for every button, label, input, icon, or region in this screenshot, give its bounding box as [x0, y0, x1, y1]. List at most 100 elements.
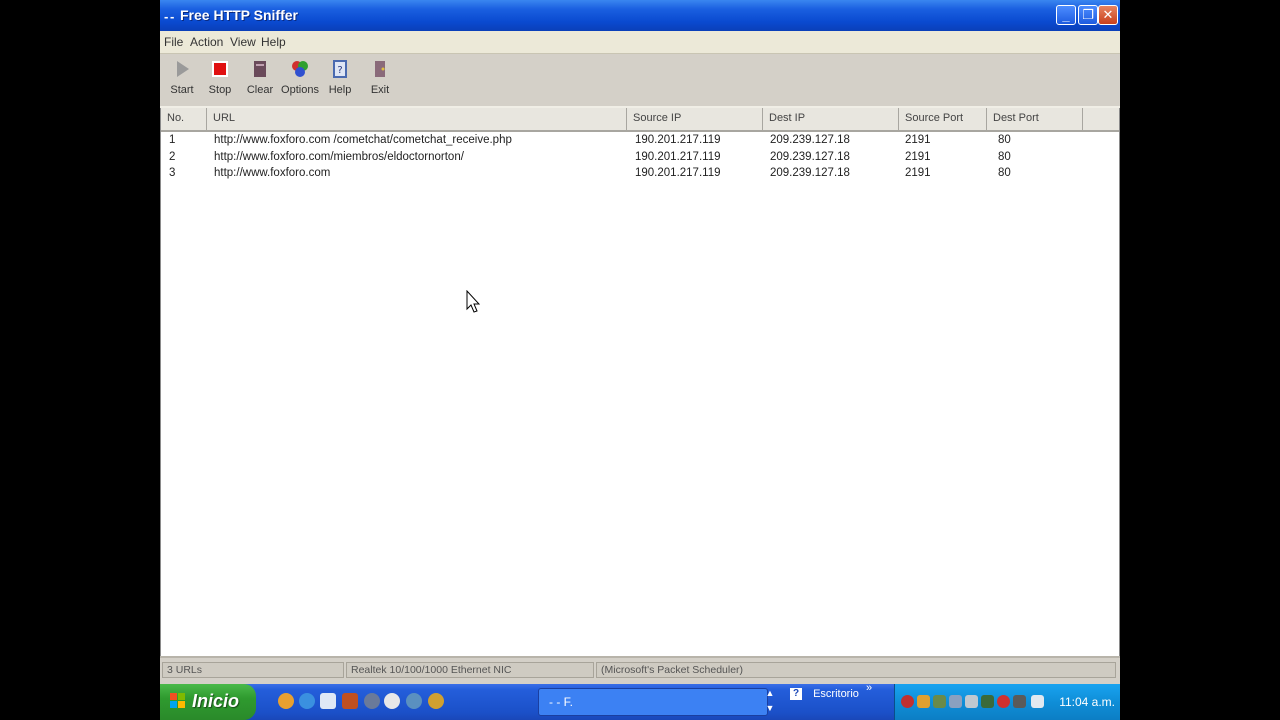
taskbar-clock[interactable]: 11:04 a.m.: [1059, 695, 1115, 709]
status-adapter: Realtek 10/100/1000 Ethernet NIC: [346, 662, 594, 678]
start-button[interactable]: Start: [162, 58, 202, 102]
col-header-source-ip[interactable]: Source IP: [627, 108, 763, 130]
cell-url: http://www.foxforo.com: [214, 167, 331, 179]
list-header: No. URL Source IP Dest IP Source Port De…: [161, 108, 1119, 132]
menu-action[interactable]: Action: [190, 35, 223, 49]
quicklaunch-tool-icon[interactable]: [364, 693, 380, 709]
tray-antivirus-icon[interactable]: [997, 695, 1010, 708]
help-button[interactable]: ? Help: [320, 58, 360, 102]
exit-label: Exit: [370, 84, 390, 96]
table-row[interactable]: 3 http://www.foxforo.com 190.201.217.119…: [161, 165, 1119, 182]
tray-misc-icon[interactable]: [1013, 695, 1026, 708]
help-desktop-icon: ?: [790, 688, 802, 701]
col-header-dest-port[interactable]: Dest Port: [987, 108, 1083, 130]
exit-button[interactable]: Exit: [360, 58, 400, 102]
clear-button[interactable]: Clear: [240, 58, 280, 102]
close-button[interactable]: ✕: [1098, 5, 1118, 25]
app-icon: - -: [164, 9, 174, 24]
col-header-no[interactable]: No.: [161, 108, 207, 130]
stop-icon: [212, 61, 228, 77]
help-icon: ?: [333, 60, 347, 78]
play-icon: [177, 61, 189, 77]
cell-dest-port: 80: [998, 134, 1011, 146]
menu-view[interactable]: View: [230, 35, 256, 49]
title-bar[interactable]: - - Free HTTP Sniffer _ ❐ ✕: [160, 0, 1120, 31]
mouse-pointer-icon: [466, 290, 480, 313]
close-icon: ✕: [1102, 7, 1114, 22]
restore-icon: ❐: [1082, 7, 1094, 22]
url-list[interactable]: No. URL Source IP Dest IP Source Port De…: [160, 108, 1120, 657]
minimize-icon: _: [1062, 7, 1070, 23]
cell-source-port: 2191: [905, 150, 931, 163]
tray-shield-icon[interactable]: [933, 695, 946, 708]
quicklaunch-vlc-icon[interactable]: [406, 693, 422, 709]
taskbar-scroll[interactable]: ▲ ▼: [763, 686, 777, 716]
options-button[interactable]: Options: [280, 58, 320, 102]
tray-red-icon[interactable]: [901, 695, 914, 708]
desktop-screen: - - Free HTTP Sniffer _ ❐ ✕ File Action …: [160, 0, 1120, 720]
status-bar: 3 URLs Realtek 10/100/1000 Ethernet NIC …: [160, 656, 1120, 684]
help-label: Help: [328, 84, 352, 96]
menu-bar: File Action View Help: [160, 31, 1120, 54]
windows-flag-icon: [170, 693, 185, 708]
cell-dest-ip: 209.239.127.18: [770, 134, 850, 146]
clear-label: Clear: [246, 84, 274, 96]
quicklaunch-chrome-icon[interactable]: [428, 693, 444, 709]
tray-monitor-icon[interactable]: [1031, 695, 1044, 708]
minimize-button[interactable]: _: [1056, 5, 1076, 25]
stop-label: Stop: [208, 84, 232, 96]
options-icon: [292, 61, 308, 77]
window-title: Free HTTP Sniffer: [180, 7, 298, 23]
options-label: Options: [281, 84, 319, 96]
taskbar-item-label: - - F.: [549, 695, 573, 709]
desktop-label: Escritorio: [813, 688, 859, 700]
scroll-up-icon[interactable]: ▲: [763, 686, 777, 701]
cell-source-ip: 190.201.217.119: [635, 167, 721, 179]
menu-help[interactable]: Help: [261, 35, 286, 49]
cell-no: 3: [169, 167, 176, 179]
status-url-count: 3 URLs: [162, 662, 344, 678]
quicklaunch-ie-icon[interactable]: [299, 693, 315, 709]
cell-url: http://www.foxforo.com/miembros/eldoctor…: [214, 150, 464, 163]
quicklaunch-media-icon[interactable]: [342, 693, 358, 709]
taskbar-item-sniffer[interactable]: - - F.: [538, 688, 768, 716]
tray-volume-icon[interactable]: [965, 695, 978, 708]
svg-text:?: ?: [337, 65, 342, 76]
cell-dest-ip: 209.239.127.18: [770, 167, 850, 179]
clear-icon: [254, 61, 266, 77]
start-label-text: Inicio: [192, 691, 240, 711]
start-label: Start: [170, 84, 194, 96]
quicklaunch-firefox-icon[interactable]: [278, 693, 294, 709]
maximize-button[interactable]: ❐: [1078, 5, 1098, 25]
taskbar: Inicio - - F. ▲ ▼ ? Escritorio » 11:04 a…: [160, 682, 1120, 720]
menu-file[interactable]: File: [164, 35, 183, 49]
cell-dest-ip: 209.239.127.18: [770, 150, 850, 163]
cell-dest-port: 80: [998, 167, 1011, 179]
col-header-dest-ip[interactable]: Dest IP: [763, 108, 899, 130]
col-header-url[interactable]: URL: [207, 108, 627, 130]
desktop-toolbar[interactable]: ? Escritorio »: [790, 682, 872, 701]
cell-source-port: 2191: [905, 134, 931, 146]
tray-app-icon[interactable]: [981, 695, 994, 708]
cell-no: 1: [169, 134, 176, 146]
tray-gear-icon[interactable]: [917, 695, 930, 708]
scroll-down-icon[interactable]: ▼: [763, 701, 777, 716]
cell-dest-port: 80: [998, 150, 1011, 163]
stop-button[interactable]: Stop: [200, 58, 240, 102]
quicklaunch-app-icon[interactable]: [320, 693, 336, 709]
toolbar-chevron-icon[interactable]: »: [866, 682, 872, 694]
list-rows: 1 http://www.foxforo.com /cometchat/come…: [161, 132, 1119, 182]
quicklaunch-c-icon[interactable]: [384, 693, 400, 709]
table-row[interactable]: 1 http://www.foxforo.com /cometchat/come…: [161, 132, 1119, 149]
cell-source-port: 2191: [905, 167, 931, 179]
toolbar: Start Stop Clear Options ? Help Exit: [160, 54, 1120, 108]
tray-network-icon[interactable]: [949, 695, 962, 708]
start-button-taskbar[interactable]: Inicio: [160, 684, 256, 720]
col-header-source-port[interactable]: Source Port: [899, 108, 987, 130]
exit-icon: [375, 61, 385, 77]
cell-source-ip: 190.201.217.119: [635, 150, 721, 163]
status-scheduler: (Microsoft's Packet Scheduler): [596, 662, 1116, 678]
cell-url: http://www.foxforo.com /cometchat/cometc…: [214, 134, 512, 146]
cell-source-ip: 190.201.217.119: [635, 134, 721, 146]
table-row[interactable]: 2 http://www.foxforo.com/miembros/eldoct…: [161, 149, 1119, 166]
